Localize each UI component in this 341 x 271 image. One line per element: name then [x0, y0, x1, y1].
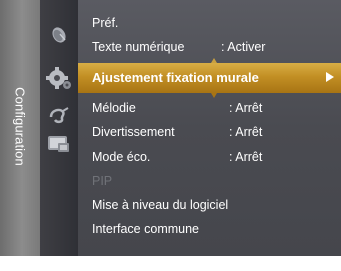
category-sidebar: Configuration: [0, 0, 40, 256]
menu-item-pref[interactable]: Préf.: [92, 15, 118, 31]
sidebar-title: Configuration: [12, 87, 28, 166]
menu-item-texte-numerique[interactable]: Texte numérique: [92, 39, 184, 55]
menu-value-mode-eco: : Arrêt: [229, 150, 263, 164]
satellite-dish-icon[interactable]: [48, 24, 70, 46]
menu-item-melodie[interactable]: Mélodie: [92, 100, 136, 116]
menu-item-pip: PIP: [92, 174, 113, 188]
menu-item-ajustement-fixation-murale[interactable]: Ajustement fixation murale: [92, 70, 259, 86]
tv-screen-icon[interactable]: [47, 134, 71, 154]
menu-value-melodie: : Arrêt: [229, 101, 263, 115]
gear-icon[interactable]: [45, 65, 73, 91]
menu-value-divertissement: : Arrêt: [229, 125, 263, 139]
menu-item-divertissement[interactable]: Divertissement: [92, 124, 175, 140]
menu-value-texte-numerique: : Activer: [221, 40, 266, 54]
highlight-notch-bottom: [211, 93, 217, 98]
menu-item-mise-a-niveau-logiciel[interactable]: Mise à niveau du logiciel: [92, 197, 228, 213]
ear-icon[interactable]: [48, 106, 70, 124]
menu-item-interface-commune[interactable]: Interface commune: [92, 221, 199, 237]
submenu-arrow-icon: [326, 72, 334, 82]
tv-menu-screen: Configuration Préf. Texte numérique : Ac…: [0, 0, 341, 271]
menu-item-mode-eco[interactable]: Mode éco.: [92, 149, 150, 165]
